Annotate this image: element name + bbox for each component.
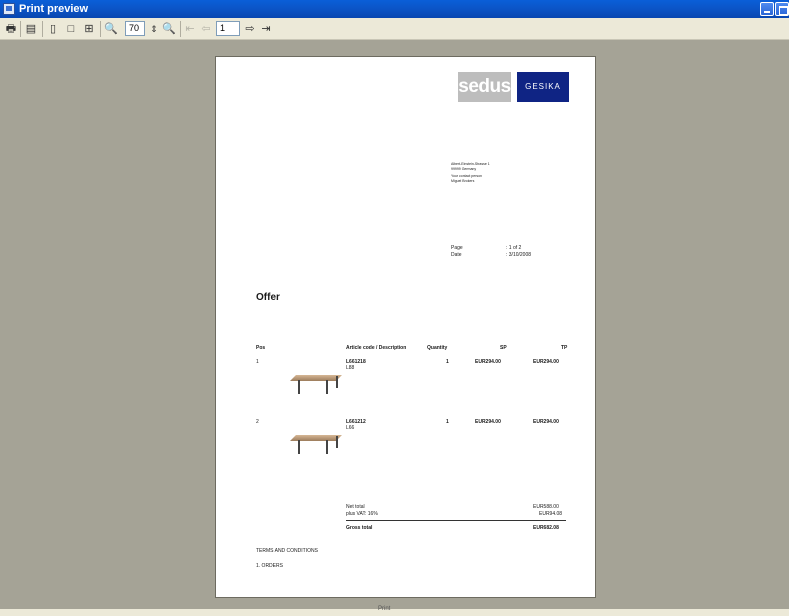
status-text: Print bbox=[378, 606, 391, 612]
previous-page-icon[interactable]: ⇦ bbox=[200, 21, 212, 37]
contact-line: Your contact person bbox=[451, 174, 483, 178]
toolbar: 🖶 ▤ ▯ □ ⊞ 🔍 70 ⇕ 🔍 ⇤ ⇦ 1 ⇨ ⇥ bbox=[0, 18, 789, 40]
date-value: : 3/10/2008 bbox=[506, 252, 532, 258]
toolbar-separator bbox=[180, 21, 181, 37]
header-sp: SP bbox=[500, 345, 507, 351]
header-pos: Pos bbox=[256, 345, 266, 351]
first-page-icon[interactable]: ⇤ bbox=[184, 21, 196, 37]
address-line: 99999 Germany bbox=[451, 167, 477, 171]
gross-total-value: EUR682.08 bbox=[533, 525, 559, 531]
item-qty: 1 bbox=[446, 419, 449, 425]
toolbar-separator bbox=[20, 21, 21, 37]
net-total-value: EUR588.00 bbox=[533, 504, 559, 510]
item-pos: 1 bbox=[256, 359, 259, 365]
address-line: Albert-Einstein-Strasse 1 bbox=[451, 162, 490, 166]
desk-image bbox=[290, 371, 342, 397]
page-number-input[interactable]: 1 bbox=[216, 21, 240, 36]
page-label: Page bbox=[451, 245, 463, 251]
sedus-logo: sedus bbox=[458, 72, 511, 102]
page-width-icon[interactable]: ⊞ bbox=[82, 21, 96, 37]
gesika-logo: GESIKA bbox=[517, 72, 569, 102]
item-pos: 2 bbox=[256, 419, 259, 425]
preview-page: sedus GESIKA Albert-Einstein-Strasse 1 9… bbox=[215, 56, 596, 598]
item-sp: EUR294.00 bbox=[475, 359, 501, 365]
app-icon bbox=[3, 3, 15, 15]
zoom-input[interactable]: 70 bbox=[125, 21, 145, 36]
minimize-button[interactable] bbox=[760, 2, 774, 16]
header-article: Article code / Description bbox=[346, 345, 407, 351]
window-titlebar: Print preview bbox=[0, 0, 789, 18]
status-bar: Print bbox=[0, 606, 789, 616]
window-title: Print preview bbox=[19, 3, 89, 15]
vat-label: plus VAT: 16% bbox=[346, 511, 378, 517]
totals-divider bbox=[346, 520, 566, 521]
header-quantity: Quantity bbox=[427, 345, 448, 351]
offer-title: Offer bbox=[256, 292, 280, 303]
contact-line: Miguel Brokers bbox=[451, 179, 475, 183]
print-setup-icon[interactable]: ▤ bbox=[24, 21, 38, 37]
next-page-icon[interactable]: ⇨ bbox=[243, 21, 257, 37]
last-page-icon[interactable]: ⇥ bbox=[260, 21, 272, 37]
item-qty: 1 bbox=[446, 359, 449, 365]
zoom-in-icon[interactable]: 🔍 bbox=[162, 21, 176, 37]
print-icon[interactable]: 🖶 bbox=[4, 21, 18, 37]
toolbar-separator bbox=[42, 21, 43, 37]
gross-total-label: Gross total bbox=[346, 525, 373, 531]
terms-item: 1. ORDERS bbox=[256, 563, 283, 569]
desk-image bbox=[290, 431, 342, 457]
one-page-icon[interactable]: ▯ bbox=[46, 21, 60, 37]
toolbar-separator bbox=[100, 21, 101, 37]
maximize-button[interactable] bbox=[775, 2, 789, 16]
item-desc: L66 bbox=[346, 425, 355, 431]
date-label: Date bbox=[451, 252, 462, 258]
item-desc: L88 bbox=[346, 365, 355, 371]
header-tp: TP bbox=[561, 345, 568, 351]
zoom-spin-icon[interactable]: ⇕ bbox=[148, 21, 160, 37]
net-total-label: Net total bbox=[346, 504, 365, 510]
page-value: : 1 of 2 bbox=[506, 245, 522, 251]
terms-heading: TERMS AND CONDITIONS bbox=[256, 548, 318, 554]
full-page-icon[interactable]: □ bbox=[64, 21, 78, 37]
item-tp: EUR294.00 bbox=[533, 359, 559, 365]
item-tp: EUR294.00 bbox=[533, 419, 559, 425]
vat-value: EUR94.08 bbox=[539, 511, 563, 517]
zoom-out-icon[interactable]: 🔍 bbox=[104, 21, 118, 37]
item-sp: EUR294.00 bbox=[475, 419, 501, 425]
